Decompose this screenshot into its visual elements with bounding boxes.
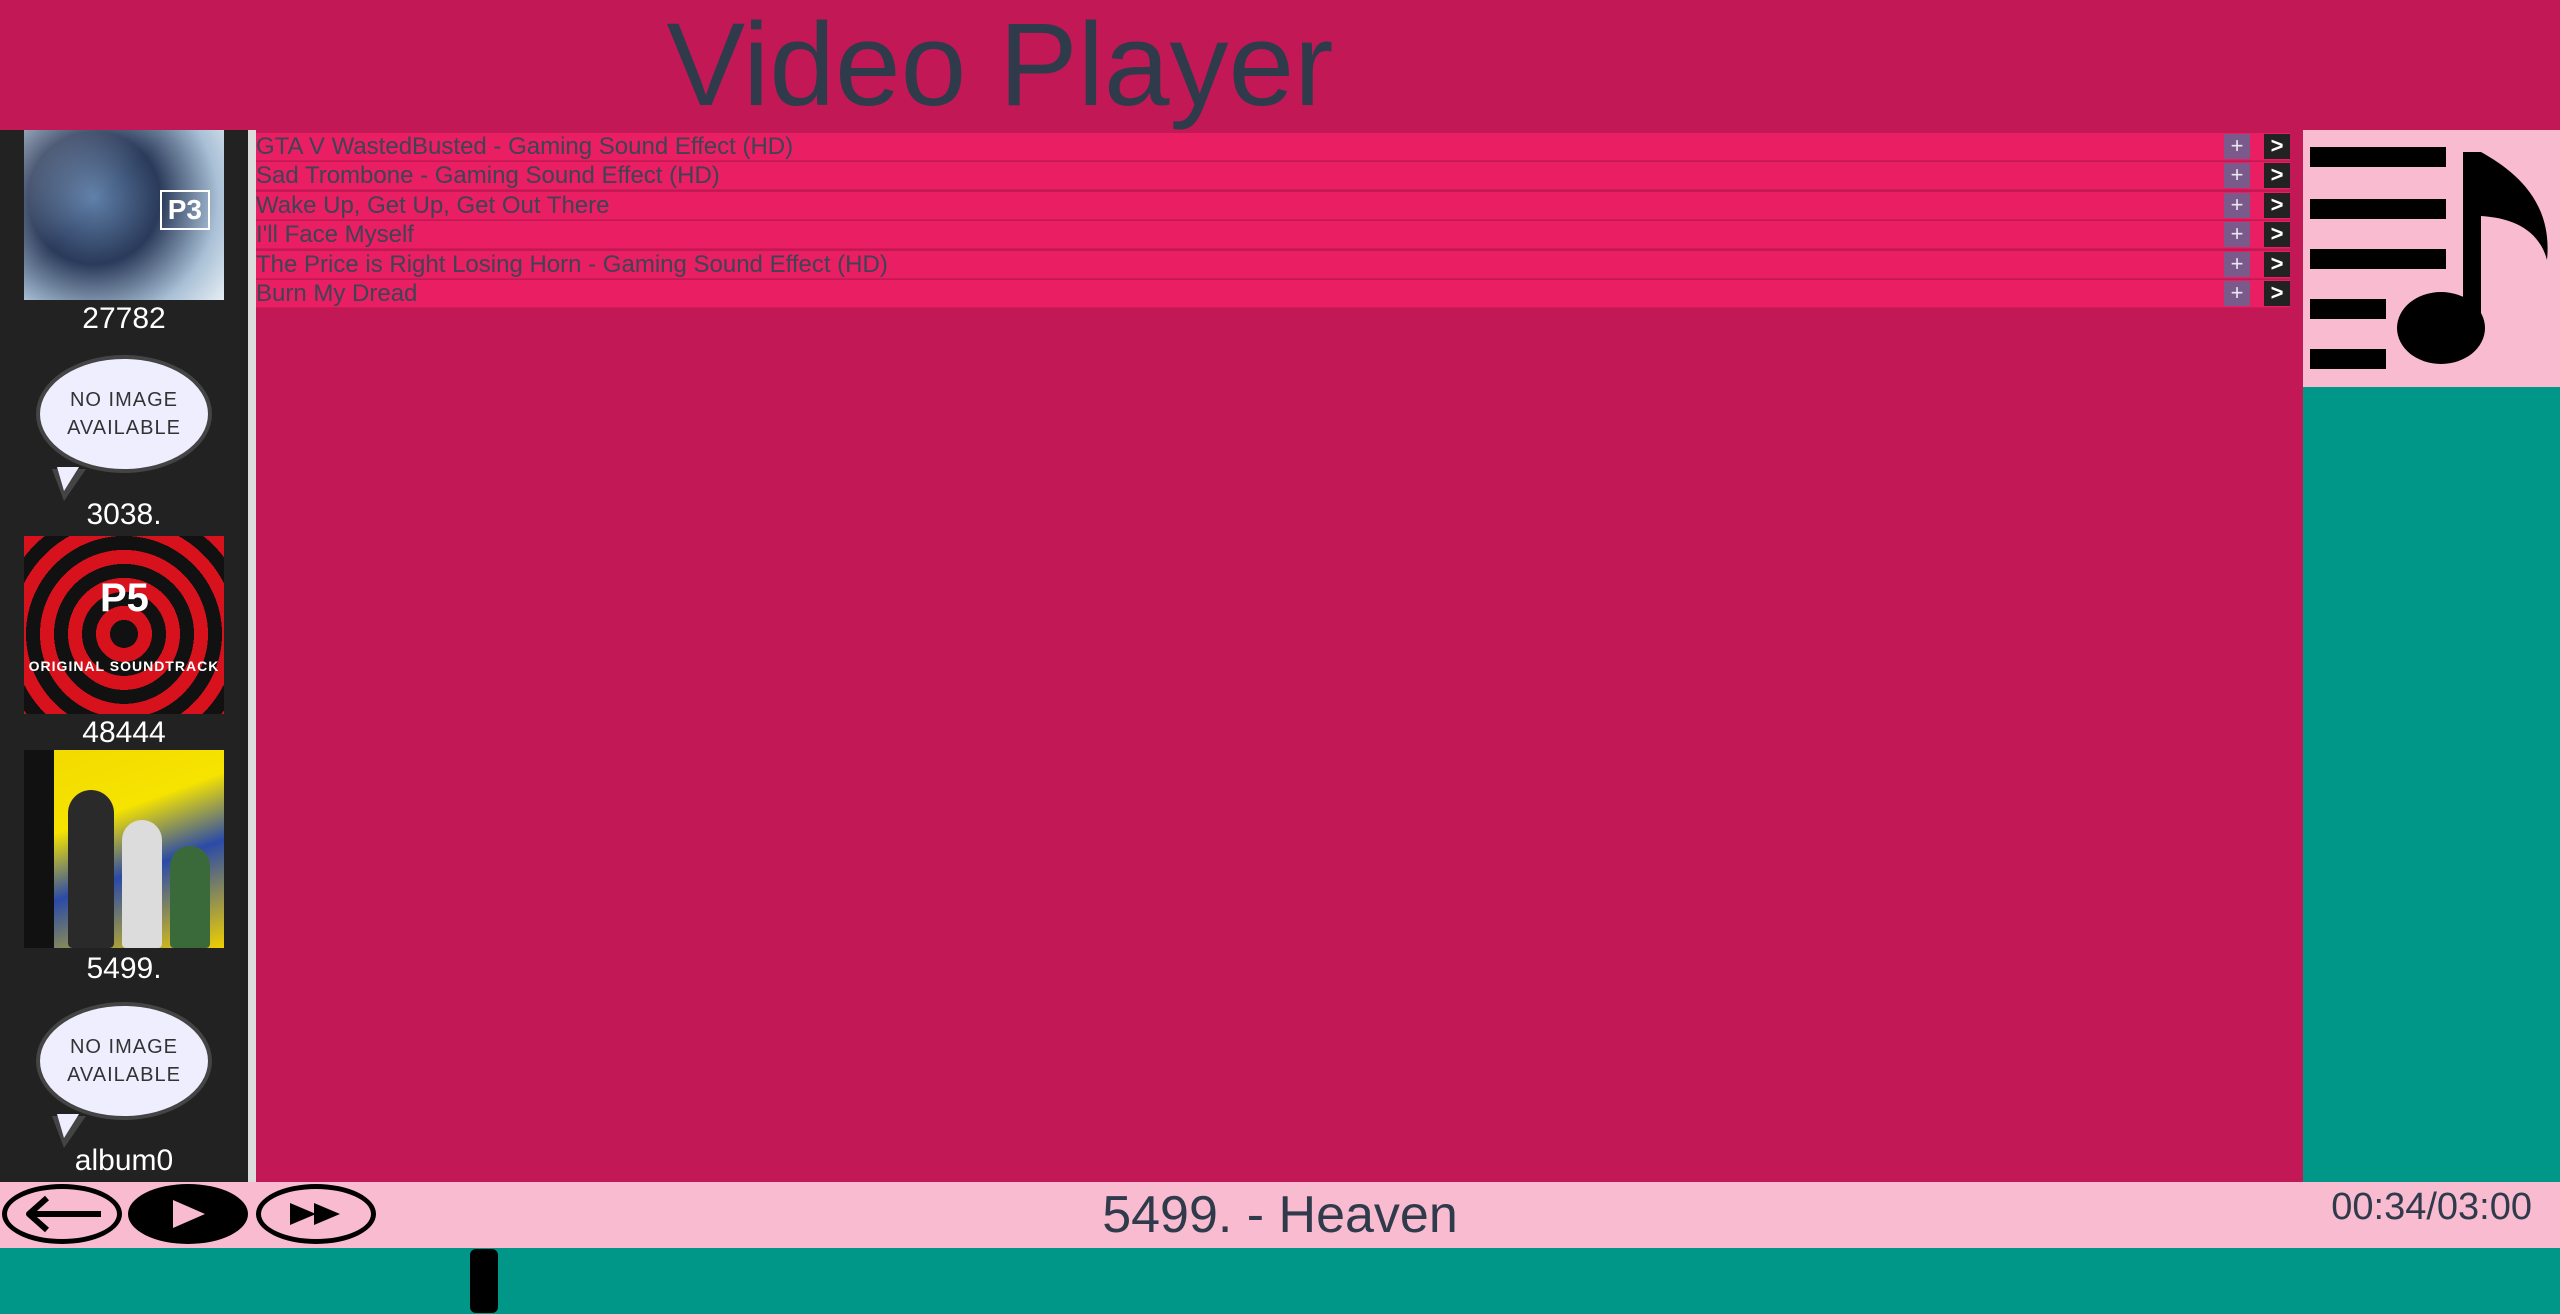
add-to-queue-button[interactable]: + bbox=[2224, 163, 2250, 189]
track-title[interactable]: Burn My Dread bbox=[256, 280, 417, 308]
play-icon bbox=[173, 1200, 205, 1228]
album-label: 27782 bbox=[82, 302, 166, 335]
playlist-row[interactable]: I'll Face Myself + > bbox=[256, 221, 2290, 250]
playlist-music-icon bbox=[2310, 147, 2548, 369]
album-label: 48444 bbox=[82, 716, 166, 749]
album-cover[interactable]: P3 bbox=[24, 130, 224, 300]
progress-bar[interactable] bbox=[0, 1248, 2560, 1314]
album-cover-logo: ORIGINAL SOUNDTRACK bbox=[28, 658, 220, 674]
album-cover-logo: P3 bbox=[159, 190, 210, 230]
album-cover[interactable]: P5 ORIGINAL SOUNDTRACK bbox=[24, 536, 224, 714]
playlist-row[interactable]: The Price is Right Losing Horn - Gaming … bbox=[256, 250, 2290, 279]
add-to-queue-button[interactable]: + bbox=[2224, 134, 2250, 159]
now-playing-title: 5499. - Heaven bbox=[1102, 1186, 1458, 1244]
cover-figure bbox=[68, 790, 114, 948]
progress-thumb[interactable] bbox=[470, 1249, 498, 1313]
playlist-row[interactable]: Wake Up, Get Up, Get Out There + > bbox=[256, 191, 2290, 220]
playback-time: 00:34/03:00 bbox=[2331, 1186, 2532, 1228]
sidebar-scrollbar[interactable] bbox=[248, 130, 256, 1182]
play-track-button[interactable]: > bbox=[2264, 163, 2290, 189]
playlist-row[interactable]: Burn My Dread + > bbox=[256, 279, 2290, 308]
no-image-placeholder[interactable]: NO IMAGE AVAILABLE bbox=[36, 355, 212, 473]
next-button[interactable] bbox=[256, 1184, 376, 1244]
play-track-button[interactable]: > bbox=[2264, 280, 2290, 306]
track-title[interactable]: Sad Trombone - Gaming Sound Effect (HD) bbox=[256, 162, 720, 190]
track-title[interactable]: Wake Up, Get Up, Get Out There bbox=[256, 192, 609, 220]
playlist-row[interactable]: GTA V WastedBusted - Gaming Sound Effect… bbox=[256, 133, 2290, 161]
playlist-row[interactable]: Sad Trombone - Gaming Sound Effect (HD) … bbox=[256, 162, 2290, 191]
album-label: album0 bbox=[74, 1144, 174, 1177]
previous-button[interactable] bbox=[2, 1184, 122, 1244]
queue-toggle-button[interactable] bbox=[2303, 130, 2560, 387]
page-title: Video Player bbox=[666, 0, 1334, 131]
play-track-button[interactable]: > bbox=[2264, 134, 2290, 159]
player-controls: 5499. - Heaven 00:34/03:00 bbox=[0, 1182, 2560, 1248]
play-button[interactable] bbox=[128, 1184, 248, 1244]
album-label: 5499. bbox=[86, 952, 162, 985]
play-track-button[interactable]: > bbox=[2264, 251, 2290, 277]
app-header: Video Player bbox=[0, 0, 2560, 130]
persona-5-logo-icon: P5 bbox=[100, 576, 149, 620]
back-arrow-icon bbox=[26, 1195, 101, 1233]
queue-panel bbox=[2303, 130, 2560, 1182]
add-to-queue-button[interactable]: + bbox=[2224, 192, 2250, 218]
add-to-queue-button[interactable]: + bbox=[2224, 280, 2250, 306]
cover-figure bbox=[170, 846, 210, 948]
album-cover[interactable] bbox=[24, 750, 224, 948]
no-image-placeholder[interactable]: NO IMAGE AVAILABLE bbox=[36, 1002, 212, 1120]
cover-figure bbox=[122, 820, 162, 948]
album-sidebar[interactable]: P3 27782 NO IMAGE AVAILABLE 3038. P5 ORI… bbox=[0, 130, 248, 1182]
speech-bubble-tail bbox=[52, 467, 86, 501]
track-title[interactable]: GTA V WastedBusted - Gaming Sound Effect… bbox=[256, 133, 793, 161]
play-track-button[interactable]: > bbox=[2264, 192, 2290, 218]
album-label: 3038. bbox=[86, 498, 162, 531]
play-track-button[interactable]: > bbox=[2264, 222, 2290, 248]
fast-forward-icon bbox=[290, 1203, 340, 1225]
add-to-queue-button[interactable]: + bbox=[2224, 251, 2250, 277]
add-to-queue-button[interactable]: + bbox=[2224, 222, 2250, 248]
progress-fill bbox=[0, 1248, 484, 1314]
track-title[interactable]: The Price is Right Losing Horn - Gaming … bbox=[256, 251, 888, 279]
track-title[interactable]: I'll Face Myself bbox=[256, 221, 414, 249]
playlist: GTA V WastedBusted - Gaming Sound Effect… bbox=[256, 133, 2290, 309]
